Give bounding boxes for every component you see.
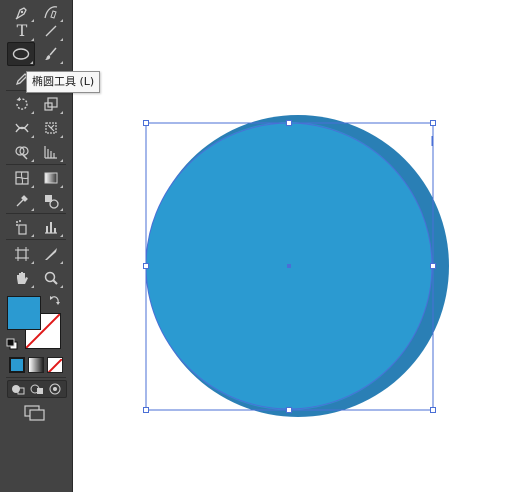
- paintbrush-tool[interactable]: [38, 43, 64, 65]
- draw-normal-icon[interactable]: [11, 380, 25, 399]
- shape-builder-tool[interactable]: [9, 141, 35, 163]
- free-transform-icon: [43, 120, 59, 136]
- free-transform-tool[interactable]: [38, 117, 64, 139]
- rotate-tool[interactable]: [9, 93, 35, 115]
- perspective-grid-icon: [43, 144, 59, 160]
- color-mode-button[interactable]: [9, 357, 25, 373]
- ellipse-icon: [12, 47, 30, 61]
- hand-tool[interactable]: [9, 267, 35, 289]
- draw-inside-icon[interactable]: [49, 380, 63, 399]
- draw-behind-icon[interactable]: [30, 380, 44, 399]
- type-tool[interactable]: T: [9, 20, 35, 42]
- width-tool[interactable]: [9, 117, 35, 139]
- eyedropper-icon: [14, 193, 30, 209]
- rotate-icon: [14, 96, 30, 112]
- column-graph-icon: [43, 219, 59, 235]
- artwork: [143, 115, 449, 417]
- mesh-tool[interactable]: [9, 167, 35, 189]
- type-icon: T: [16, 21, 28, 40]
- gradient-tool[interactable]: [38, 167, 64, 189]
- width-icon: [14, 120, 30, 136]
- screen-mode-button[interactable]: [22, 403, 48, 423]
- artboard-tool[interactable]: [9, 243, 35, 265]
- default-fill-stroke-button[interactable]: [6, 335, 18, 350]
- eyedropper-tool[interactable]: [9, 190, 35, 212]
- curvature-pen-icon: [43, 4, 59, 20]
- swap-arrow-icon: [48, 293, 62, 312]
- ellipse-tool[interactable]: [7, 42, 35, 66]
- line-segment-tool[interactable]: [38, 20, 64, 42]
- blend-icon: [43, 193, 59, 209]
- artboard-icon: [14, 246, 30, 262]
- center-point: [287, 264, 291, 268]
- ellipse-tool-tooltip: 椭圆工具 (L): [26, 71, 101, 93]
- gradient-mode-button[interactable]: [28, 357, 44, 373]
- gradient-icon: [43, 170, 59, 186]
- scale-icon: [43, 96, 59, 112]
- none-mode-button[interactable]: [47, 357, 63, 373]
- slice-icon: [43, 246, 59, 262]
- symbol-sprayer-icon: [14, 219, 30, 235]
- artboard-canvas[interactable]: [73, 0, 520, 492]
- screen-mode-icon: [22, 405, 48, 427]
- none-slash-icon: [48, 358, 62, 372]
- slice-tool[interactable]: [38, 243, 64, 265]
- pen-icon: [14, 4, 30, 20]
- default-colors-icon: [6, 335, 18, 354]
- draw-mode-group: [7, 380, 67, 398]
- line-icon: [43, 23, 59, 39]
- zoom-icon: [43, 270, 59, 286]
- hand-icon: [14, 270, 30, 286]
- zoom-tool[interactable]: [38, 267, 64, 289]
- brush-icon: [43, 46, 59, 62]
- fill-swatch[interactable]: [7, 296, 41, 330]
- mesh-icon: [14, 170, 30, 186]
- symbol-sprayer-tool[interactable]: [9, 216, 35, 238]
- shape-builder-icon: [14, 144, 30, 160]
- blend-tool[interactable]: [38, 190, 64, 212]
- column-graph-tool[interactable]: [38, 216, 64, 238]
- swap-fill-stroke-button[interactable]: [48, 293, 62, 307]
- perspective-grid-tool[interactable]: [38, 141, 64, 163]
- scale-tool[interactable]: [38, 93, 64, 115]
